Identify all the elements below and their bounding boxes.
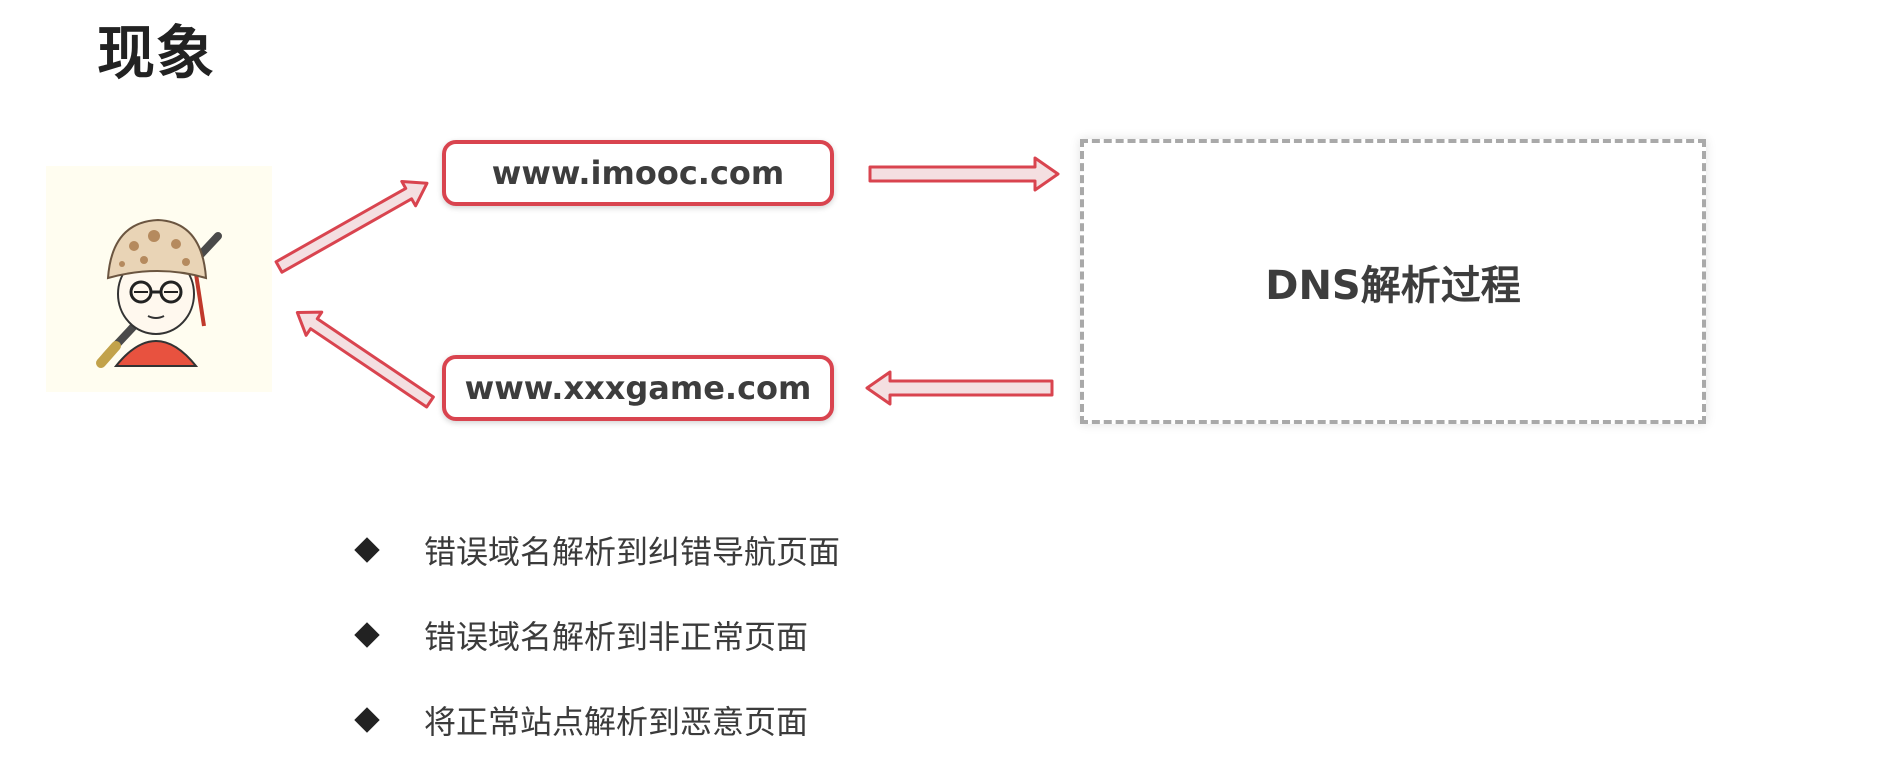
diamond-icon xyxy=(354,537,380,563)
dns-process-label: DNS解析过程 xyxy=(1265,262,1521,309)
bullet-text: 将正常站点解析到恶意页面 xyxy=(424,703,809,741)
diamond-icon xyxy=(354,622,380,648)
arrow-xxxgame-to-user xyxy=(295,310,435,409)
user-avatar xyxy=(46,166,272,392)
bullet-item: 错误域名解析到非正常页面 xyxy=(352,613,840,657)
bullet-text: 错误域名解析到纠错导航页面 xyxy=(424,533,841,571)
domain-box-imooc: www.imooc.com xyxy=(442,140,834,206)
cartoon-person-with-hat-icon xyxy=(46,166,272,392)
bullet-item: 错误域名解析到纠错导航页面 xyxy=(352,528,840,572)
arrow-user-to-imooc xyxy=(274,179,429,274)
bullet-item: 将正常站点解析到恶意页面 xyxy=(352,698,840,742)
dns-process-box: DNS解析过程 xyxy=(1080,139,1706,424)
arrow-imooc-to-dns xyxy=(868,156,1060,192)
arrow-dns-to-xxxgame xyxy=(865,370,1054,406)
page-title: 现象 xyxy=(97,19,216,87)
bullet-text: 错误域名解析到非正常页面 xyxy=(424,618,809,656)
domain-box-xxxgame: www.xxxgame.com xyxy=(442,355,834,421)
diamond-icon xyxy=(354,707,380,733)
bullet-list: 错误域名解析到纠错导航页面 错误域名解析到非正常页面 将正常站点解析到恶意页面 xyxy=(352,528,840,783)
